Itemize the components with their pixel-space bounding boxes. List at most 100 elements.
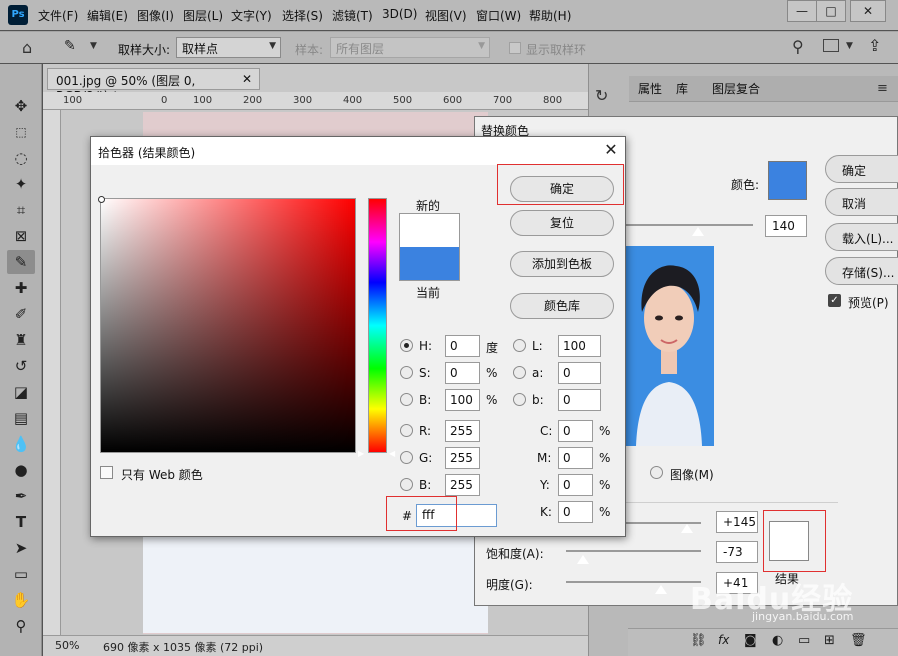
- menu-edit[interactable]: 编辑(E): [87, 7, 128, 24]
- add-to-swatches-button[interactable]: 添加到色板: [510, 251, 614, 277]
- g-input[interactable]: 255: [445, 447, 480, 469]
- hue-slider-left-arrow-icon[interactable]: ▶: [358, 449, 364, 458]
- link-icon[interactable]: ⛓: [690, 633, 707, 648]
- hue-slider-right-arrow-icon[interactable]: ◀: [389, 449, 395, 458]
- lasso-tool-icon[interactable]: ◌: [7, 146, 35, 170]
- marquee-tool-icon[interactable]: ⬚: [7, 120, 35, 144]
- show-ring-checkbox[interactable]: [509, 42, 521, 54]
- brush-tool-icon[interactable]: ✐: [7, 302, 35, 326]
- close-icon[interactable]: ✕: [602, 140, 620, 160]
- radio-lab-b[interactable]: [513, 393, 526, 406]
- sample-size-select[interactable]: 取样点 ▼: [176, 37, 281, 58]
- lab-b-input[interactable]: 0: [558, 389, 601, 411]
- dodge-tool-icon[interactable]: ●: [7, 458, 35, 482]
- document-tab[interactable]: 001.jpg @ 50% (图层 0, RGB/8#) * ✕: [47, 68, 260, 103]
- preview-checkbox[interactable]: ✓: [828, 294, 841, 307]
- menu-file[interactable]: 文件(F): [38, 7, 78, 24]
- radio-b[interactable]: [400, 393, 413, 406]
- tab-layer-comps[interactable]: 图层复合: [712, 80, 760, 97]
- crop-tool-icon[interactable]: ⌗: [7, 198, 35, 222]
- folder-icon[interactable]: ▭: [798, 633, 810, 648]
- m-input[interactable]: 0: [558, 447, 593, 469]
- radio-l[interactable]: [513, 339, 526, 352]
- y-input[interactable]: 0: [558, 474, 593, 496]
- chevron-down-icon[interactable]: ▼: [846, 41, 853, 51]
- history-icon[interactable]: ↻: [595, 86, 608, 105]
- move-tool-icon[interactable]: ✥: [7, 94, 35, 118]
- image-radio[interactable]: [650, 466, 663, 479]
- replace-ok-button[interactable]: 确定: [825, 155, 898, 183]
- fuzziness-input[interactable]: 140: [765, 215, 807, 237]
- hue-slider-thumb[interactable]: [681, 524, 693, 533]
- search-icon[interactable]: ⚲: [792, 37, 804, 56]
- radio-r[interactable]: [400, 424, 413, 437]
- gradient-tool-icon[interactable]: ▤: [7, 406, 35, 430]
- radio-s[interactable]: [400, 366, 413, 379]
- zoom-level[interactable]: 50%: [55, 639, 79, 652]
- color-libraries-button[interactable]: 颜色库: [510, 293, 614, 319]
- new-layer-icon[interactable]: ⊞: [824, 633, 835, 648]
- menu-help[interactable]: 帮助(H): [529, 7, 571, 24]
- tab-properties[interactable]: 属性: [638, 80, 662, 97]
- b-input[interactable]: 100: [445, 389, 480, 411]
- lightness-slider-thumb[interactable]: [655, 585, 667, 594]
- web-only-checkbox[interactable]: [100, 466, 113, 479]
- menu-select[interactable]: 选择(S): [282, 7, 323, 24]
- c-input[interactable]: 0: [558, 420, 593, 442]
- close-window-button[interactable]: ✕: [850, 0, 886, 22]
- eraser-tool-icon[interactable]: ◪: [7, 380, 35, 404]
- sample-layers-select[interactable]: 所有图层 ▼: [330, 37, 490, 58]
- a-input[interactable]: 0: [558, 362, 601, 384]
- path-selection-tool-icon[interactable]: ➤: [7, 536, 35, 560]
- blue-input[interactable]: 255: [445, 474, 480, 496]
- panel-menu-icon[interactable]: ≡: [877, 81, 888, 96]
- blur-tool-icon[interactable]: 💧: [7, 432, 35, 456]
- k-input[interactable]: 0: [558, 501, 593, 523]
- workspace-icon[interactable]: [823, 39, 839, 52]
- menu-image[interactable]: 图像(I): [137, 7, 174, 24]
- healing-brush-tool-icon[interactable]: ✚: [7, 276, 35, 300]
- menu-view[interactable]: 视图(V): [425, 7, 467, 24]
- radio-g[interactable]: [400, 451, 413, 464]
- radio-h[interactable]: [400, 339, 413, 352]
- menu-type[interactable]: 文字(Y): [231, 7, 272, 24]
- minimize-button[interactable]: —: [787, 0, 817, 22]
- saturation-brightness-field[interactable]: [100, 198, 356, 453]
- chevron-down-icon[interactable]: ▼: [90, 41, 97, 51]
- rectangle-tool-icon[interactable]: ▭: [7, 562, 35, 586]
- h-input[interactable]: 0: [445, 335, 480, 357]
- hue-slider[interactable]: [368, 198, 387, 453]
- current-color-swatch[interactable]: [399, 247, 460, 281]
- history-brush-tool-icon[interactable]: ↺: [7, 354, 35, 378]
- saturation-input[interactable]: -73: [716, 541, 758, 563]
- color-field-cursor[interactable]: [98, 196, 105, 203]
- replace-cancel-button[interactable]: 取消: [825, 188, 898, 216]
- magic-wand-tool-icon[interactable]: ✦: [7, 172, 35, 196]
- fuzziness-slider-thumb[interactable]: [692, 227, 704, 236]
- menu-3d[interactable]: 3D(D): [382, 7, 417, 21]
- picker-reset-button[interactable]: 复位: [510, 210, 614, 236]
- maximize-button[interactable]: □: [816, 0, 846, 22]
- close-icon[interactable]: ✕: [242, 72, 252, 86]
- type-tool-icon[interactable]: T: [7, 510, 35, 534]
- l-input[interactable]: 100: [558, 335, 601, 357]
- share-icon[interactable]: ⇪: [868, 36, 881, 55]
- frame-tool-icon[interactable]: ⊠: [7, 224, 35, 248]
- menu-filter[interactable]: 滤镜(T): [332, 7, 373, 24]
- pen-tool-icon[interactable]: ✒: [7, 484, 35, 508]
- radio-a[interactable]: [513, 366, 526, 379]
- replace-save-button[interactable]: 存储(S)...: [825, 257, 898, 285]
- zoom-tool-icon[interactable]: ⚲: [7, 614, 35, 638]
- s-input[interactable]: 0: [445, 362, 480, 384]
- canvas-image-lower[interactable]: [143, 535, 488, 633]
- home-icon[interactable]: ⌂: [22, 38, 32, 57]
- replace-color-swatch[interactable]: [768, 161, 807, 200]
- adjustment-icon[interactable]: ◐: [772, 633, 783, 648]
- eyedropper-tool-icon[interactable]: ✎: [7, 250, 35, 274]
- tab-libraries[interactable]: 库: [676, 80, 688, 97]
- menu-layer[interactable]: 图层(L): [183, 7, 223, 24]
- fuzziness-slider-track[interactable]: [625, 224, 753, 226]
- menu-window[interactable]: 窗口(W): [476, 7, 521, 24]
- fx-icon[interactable]: fx: [718, 633, 729, 647]
- hue-input[interactable]: +145: [716, 511, 758, 533]
